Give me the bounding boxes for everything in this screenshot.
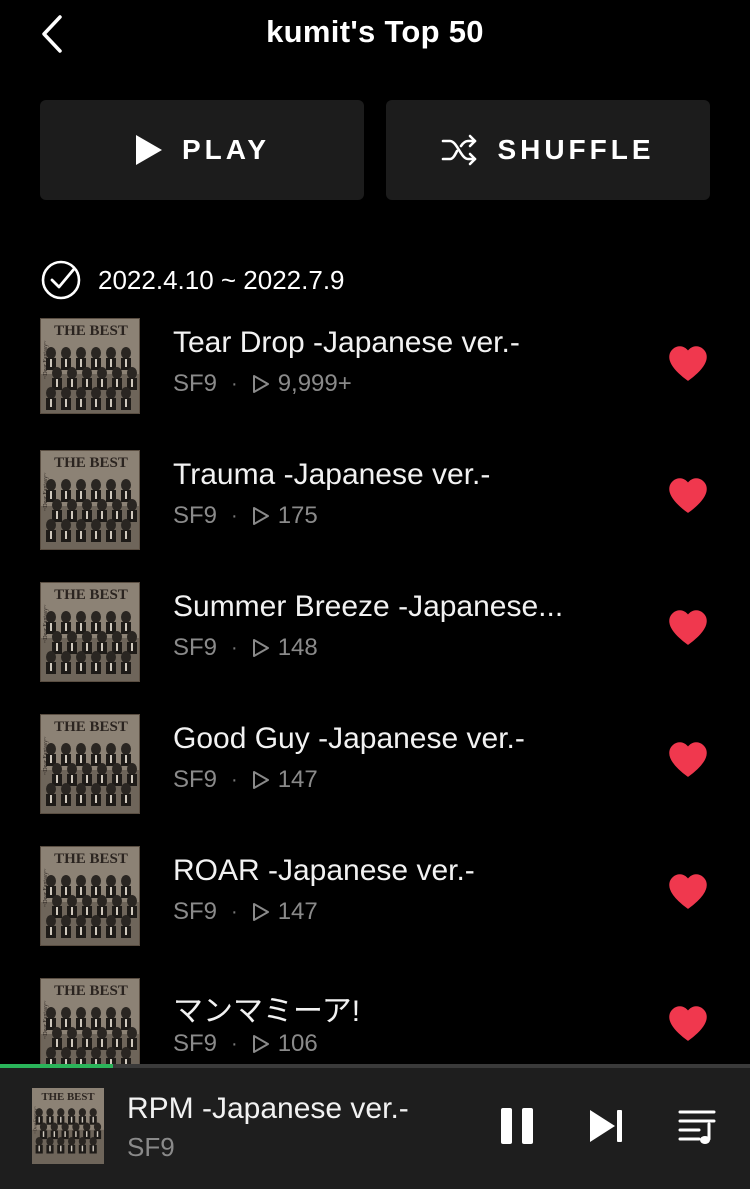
- like-button[interactable]: [668, 742, 708, 778]
- shuffle-icon: [442, 134, 477, 166]
- track-row[interactable]: THE BEST ~Dear Fantasy~ Good Guy -Japanese…: [0, 714, 750, 846]
- track-title: ROAR -Japanese ver.-: [173, 854, 475, 887]
- pause-icon: [501, 1108, 533, 1144]
- album-cover: THE BEST ~Dear Fantasy~: [40, 582, 140, 682]
- svg-text:THE BEST: THE BEST: [54, 983, 128, 999]
- track-artist: SF9: [173, 766, 218, 793]
- meta-separator: ·: [231, 372, 238, 395]
- album-cover-art: THE BEST~Dear Fantasy~: [41, 847, 139, 945]
- heart-icon: [669, 742, 707, 777]
- skip-next-icon: [590, 1110, 622, 1142]
- page-title: kumit's Top 50: [266, 14, 484, 49]
- shuffle-label: SHUFFLE: [497, 134, 655, 165]
- track-artist: SF9: [173, 1030, 218, 1057]
- next-button[interactable]: [584, 1104, 628, 1148]
- track-row[interactable]: THE BEST ~Dear Fantasy~ ROAR -Japanese ver…: [0, 846, 750, 978]
- like-button[interactable]: [668, 610, 708, 646]
- meta-separator: ·: [231, 1032, 238, 1055]
- heart-icon: [669, 346, 707, 381]
- track-meta: SF9 · 9,999+: [173, 370, 352, 398]
- play-button[interactable]: PLAY: [40, 100, 364, 200]
- track-row[interactable]: THE BEST ~Dear Fantasy~ マンマミーア! SF9 · 106: [0, 978, 750, 1064]
- now-playing-cover-art: THE BEST~Dear Fantasy~: [32, 1088, 104, 1164]
- track-list: THE BEST ~Dear Fantasy~ Tear Drop -Japanes…: [0, 318, 750, 1064]
- svg-text:THE BEST: THE BEST: [54, 323, 128, 339]
- play-icon: [135, 135, 162, 165]
- track-meta: SF9 · 148: [173, 634, 318, 662]
- meta-separator: ·: [231, 636, 238, 659]
- now-playing-artist: SF9: [127, 1132, 175, 1162]
- svg-text:THE BEST: THE BEST: [54, 587, 128, 603]
- queue-icon: [678, 1110, 716, 1144]
- pause-button[interactable]: [495, 1104, 539, 1148]
- play-label: PLAY: [181, 134, 271, 165]
- play-count-icon: [252, 638, 270, 658]
- now-playing-title[interactable]: RPM -Japanese ver.-: [127, 1092, 409, 1126]
- album-cover-art: THE BEST~Dear Fantasy~: [41, 451, 139, 549]
- album-cover-art: THE BEST~Dear Fantasy~: [41, 715, 139, 813]
- album-cover-art: THE BEST~Dear Fantasy~: [41, 979, 139, 1064]
- track-play-count: 147: [277, 898, 318, 925]
- meta-separator: ·: [231, 900, 238, 923]
- queue-button[interactable]: [676, 1104, 720, 1148]
- track-meta: SF9 · 147: [173, 766, 318, 794]
- track-meta: SF9 · 147: [173, 898, 318, 926]
- track-row[interactable]: THE BEST ~Dear Fantasy~ Tear Drop -Japanes…: [0, 318, 750, 450]
- progress-bar[interactable]: [0, 1064, 750, 1068]
- heart-icon: [669, 610, 707, 645]
- track-row[interactable]: THE BEST ~Dear Fantasy~ Trauma -Japanese v…: [0, 450, 750, 582]
- track-title: Trauma -Japanese ver.-: [173, 458, 491, 491]
- album-cover: THE BEST ~Dear Fantasy~: [40, 450, 140, 550]
- track-play-count: 175: [277, 502, 318, 529]
- track-artist: SF9: [173, 370, 218, 397]
- album-cover-art: THE BEST~Dear Fantasy~: [41, 319, 139, 413]
- heart-icon: [669, 874, 707, 909]
- like-button[interactable]: [668, 1006, 708, 1042]
- svg-text:THE BEST: THE BEST: [41, 1091, 95, 1103]
- track-title: マンマミーア!: [173, 995, 361, 1028]
- play-count-icon: [252, 770, 270, 790]
- track-row[interactable]: THE BEST ~Dear Fantasy~ Summer Breeze -Jap…: [0, 582, 750, 714]
- meta-separator: ·: [231, 768, 238, 791]
- meta-separator: ·: [231, 504, 238, 527]
- track-title: Tear Drop -Japanese ver.-: [173, 326, 520, 359]
- track-play-count: 148: [277, 634, 318, 661]
- play-count-icon: [252, 902, 270, 922]
- track-artist: SF9: [173, 634, 218, 661]
- track-artist: SF9: [173, 898, 218, 925]
- now-playing-cover[interactable]: THE BEST ~Dear Fantasy~: [32, 1088, 104, 1164]
- album-cover: THE BEST ~Dear Fantasy~: [40, 846, 140, 946]
- heart-icon: [669, 1006, 707, 1041]
- like-button[interactable]: [668, 478, 708, 514]
- track-title: Summer Breeze -Japanese...: [173, 590, 564, 623]
- svg-text:THE BEST: THE BEST: [54, 719, 128, 735]
- shuffle-button[interactable]: SHUFFLE: [386, 100, 710, 200]
- play-count-icon: [252, 506, 270, 526]
- like-button[interactable]: [668, 874, 708, 910]
- play-count-icon: [252, 1034, 270, 1054]
- track-meta: SF9 · 175: [173, 502, 318, 530]
- track-meta: SF9 · 106: [173, 1030, 318, 1058]
- header: kumit's Top 50: [0, 0, 750, 66]
- progress-fill: [0, 1064, 113, 1068]
- album-cover: THE BEST ~Dear Fantasy~: [40, 714, 140, 814]
- now-playing-bar[interactable]: THE BEST ~Dear Fantasy~ RPM -Japanese ver…: [0, 1064, 750, 1189]
- date-range-text: 2022.4.10 ~ 2022.7.9: [98, 264, 345, 295]
- track-play-count: 106: [277, 1030, 318, 1057]
- album-cover-art: THE BEST~Dear Fantasy~: [41, 583, 139, 681]
- svg-text:THE BEST: THE BEST: [54, 851, 128, 867]
- track-artist: SF9: [173, 502, 218, 529]
- svg-text:THE BEST: THE BEST: [54, 455, 128, 471]
- like-button[interactable]: [668, 346, 708, 382]
- play-count-icon: [252, 374, 270, 394]
- track-play-count: 147: [277, 766, 318, 793]
- album-cover: THE BEST ~Dear Fantasy~: [40, 318, 140, 414]
- track-title: Good Guy -Japanese ver.-: [173, 722, 525, 755]
- album-cover: THE BEST ~Dear Fantasy~: [40, 978, 140, 1064]
- heart-icon: [669, 478, 707, 513]
- track-play-count: 9,999+: [277, 370, 352, 397]
- date-range: 2022.4.10 ~ 2022.7.9: [40, 258, 345, 302]
- check-circle-icon: [41, 260, 81, 300]
